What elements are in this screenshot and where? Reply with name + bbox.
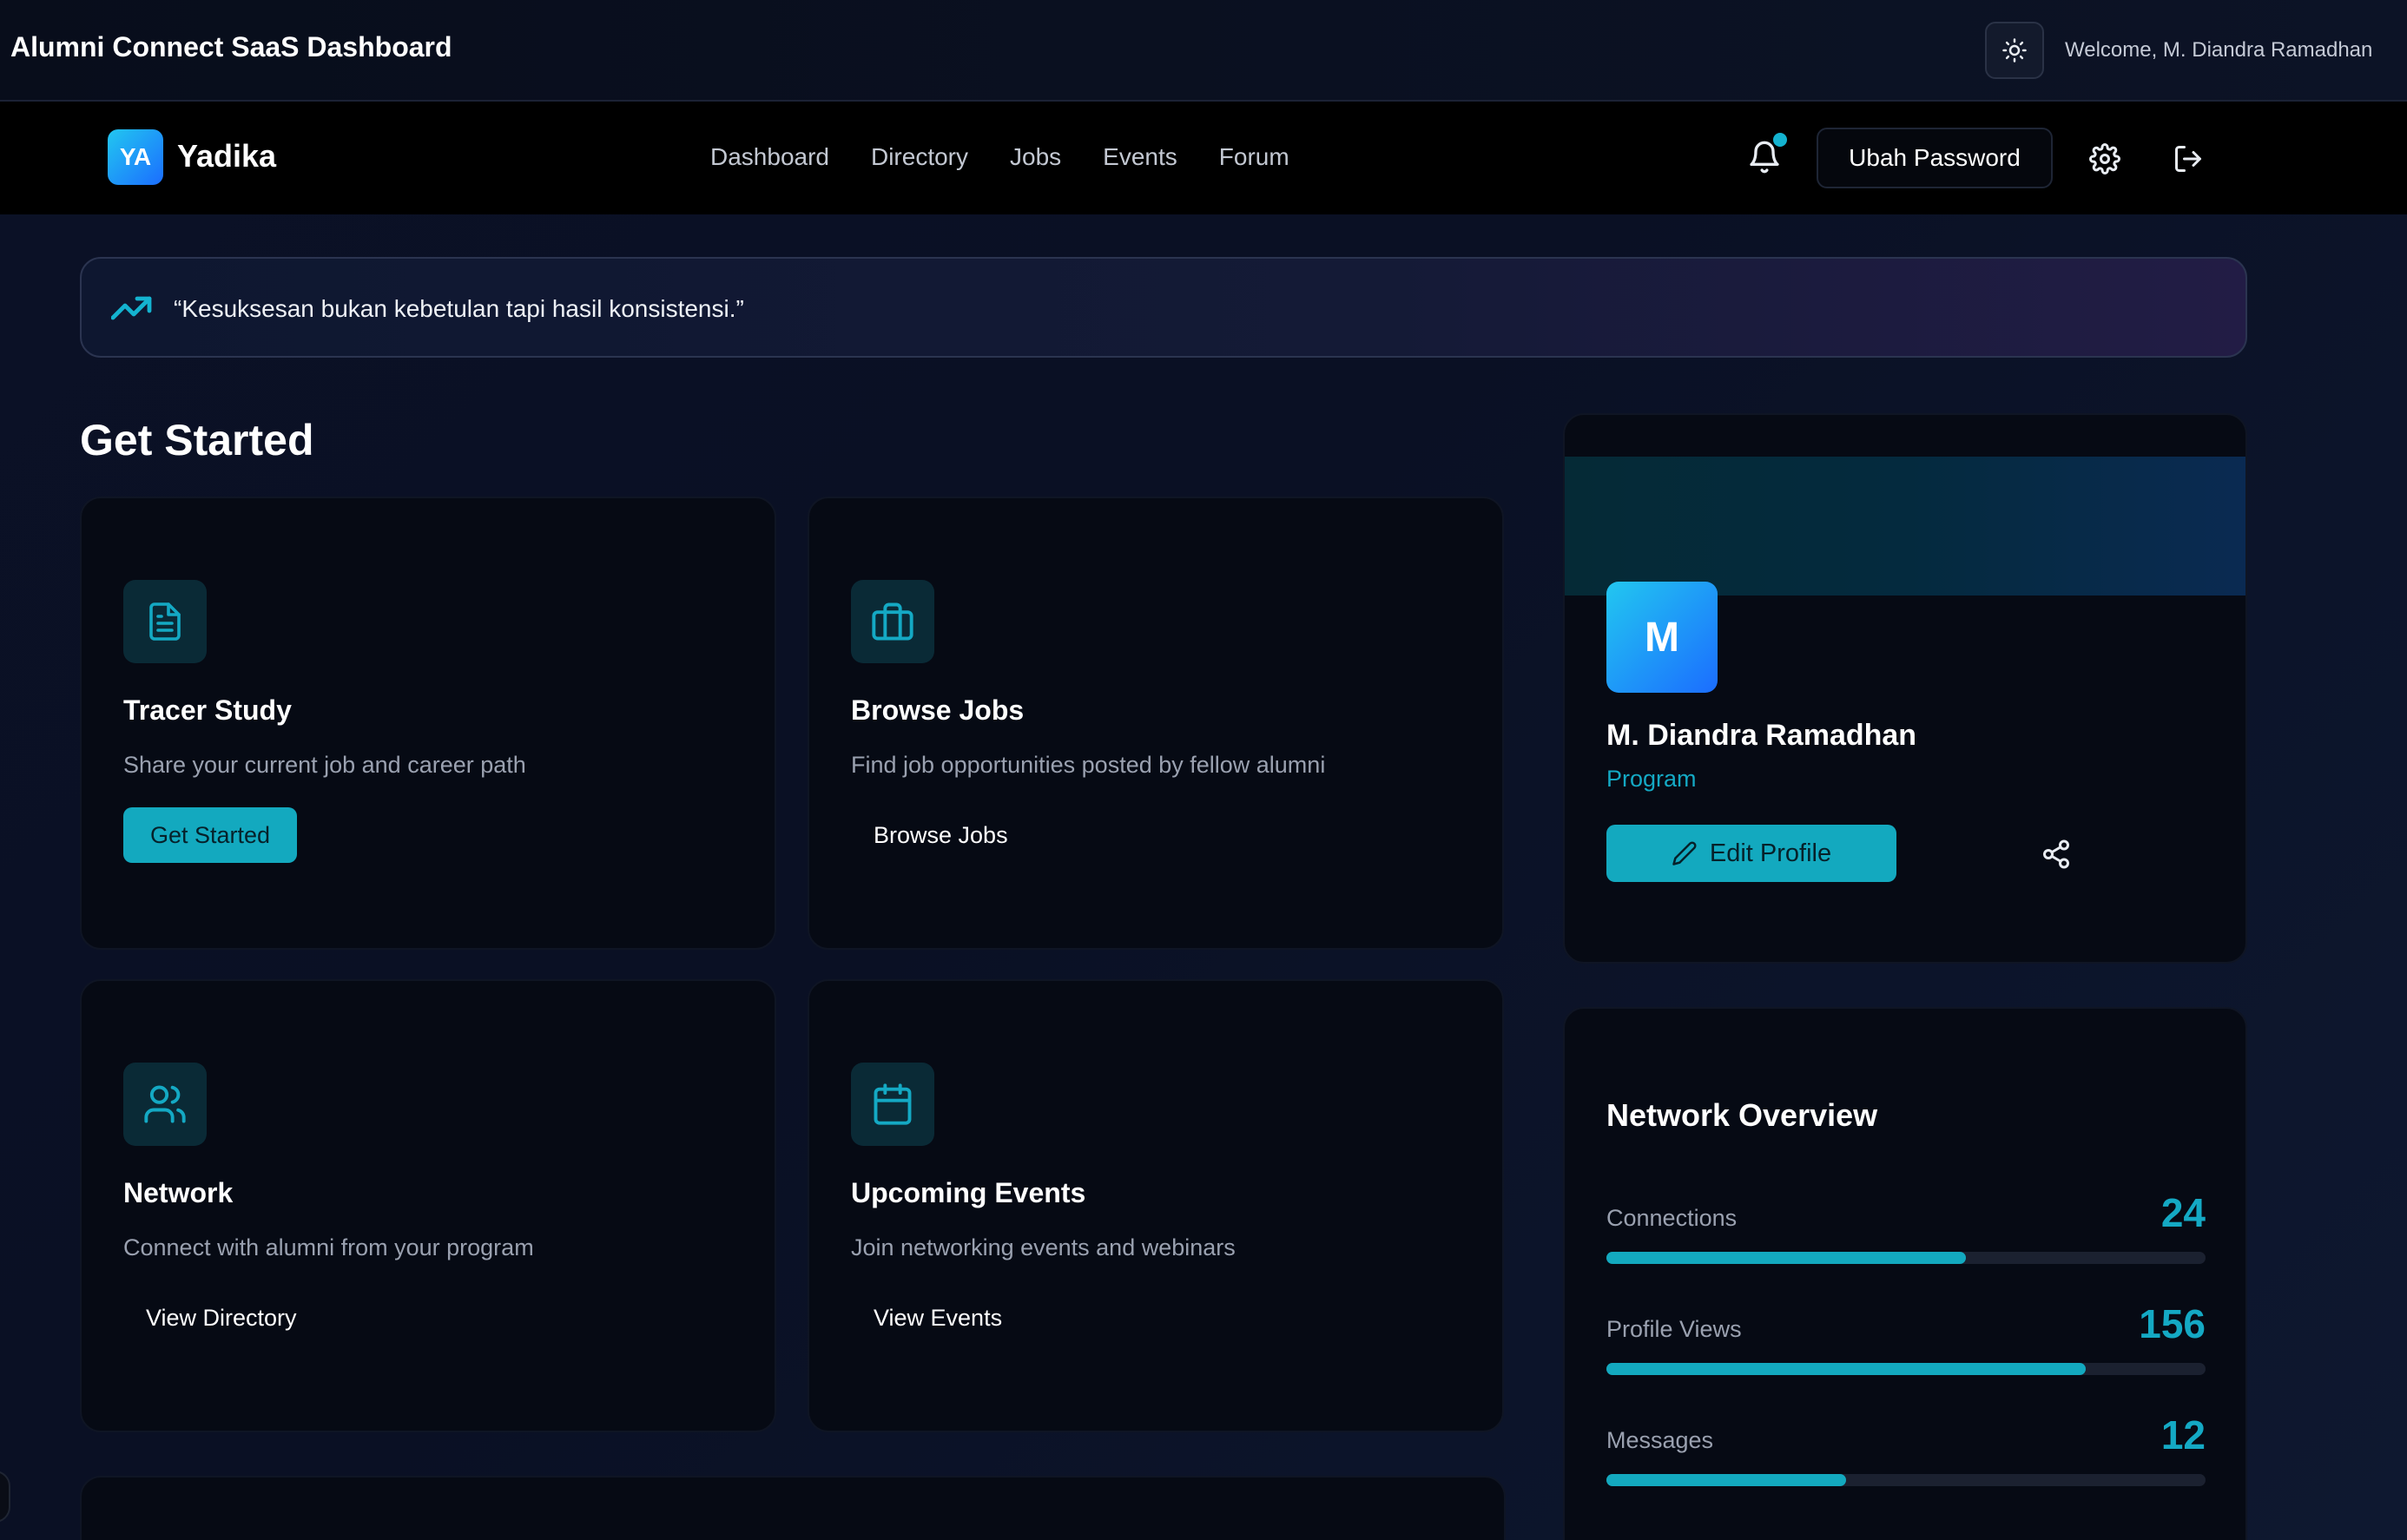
- card-title: Network: [123, 1177, 234, 1208]
- view-directory-button[interactable]: View Directory: [123, 1290, 320, 1346]
- network-card: Network Connect with alumni from your pr…: [80, 979, 776, 1432]
- quote-text: “Kesuksesan bukan kebetulan tapi hasil k…: [174, 295, 744, 322]
- profile-name: M. Diandra Ramadhan: [1606, 719, 1917, 752]
- nav-link-directory[interactable]: Directory: [871, 143, 968, 171]
- edit-profile-button[interactable]: Edit Profile: [1606, 825, 1896, 882]
- nav-links: Dashboard Directory Jobs Events Forum: [710, 143, 1331, 171]
- view-events-button[interactable]: View Events: [851, 1290, 1025, 1346]
- gear-icon[interactable]: [2089, 143, 2120, 174]
- stat-messages: Messages 12: [1606, 1412, 2206, 1490]
- pencil-icon: [1672, 841, 1697, 865]
- nav-link-events[interactable]: Events: [1103, 143, 1177, 171]
- briefcase-icon: [872, 602, 913, 641]
- welcome-text: Welcome, M. Diandra Ramadhan: [2065, 38, 2373, 62]
- main-navbar: YA Yadika Dashboard Directory Jobs Event…: [0, 102, 2407, 214]
- stat-value: 12: [2160, 1412, 2206, 1458]
- browse-jobs-icon-box: [851, 580, 934, 663]
- theme-toggle-button[interactable]: [1985, 22, 2044, 79]
- card-description: Share your current job and career path: [123, 752, 526, 778]
- trending-up-icon: [111, 296, 152, 320]
- avatar[interactable]: M: [1606, 582, 1718, 693]
- stat-progress-track: [1606, 1363, 2206, 1375]
- network-overview-card: Network Overview Connections 24 Profile …: [1563, 1007, 2247, 1540]
- events-icon-box: [851, 1063, 934, 1146]
- brand-logo[interactable]: YA: [108, 129, 163, 185]
- app-title-bar: Alumni Connect SaaS Dashboard Welcome, M…: [0, 0, 2407, 102]
- upcoming-events-card: Upcoming Events Join networking events a…: [808, 979, 1504, 1432]
- edit-profile-label: Edit Profile: [1709, 839, 1832, 867]
- sun-icon: [2002, 38, 2027, 63]
- stat-profile-views: Profile Views 156: [1606, 1300, 2206, 1379]
- nav-link-forum[interactable]: Forum: [1219, 143, 1289, 171]
- stat-label: Messages: [1606, 1427, 1714, 1453]
- network-icon-box: [123, 1063, 207, 1146]
- brand-name[interactable]: Yadika: [177, 138, 276, 174]
- change-password-button[interactable]: Ubah Password: [1817, 128, 2053, 188]
- app-title: Alumni Connect SaaS Dashboard: [10, 31, 452, 63]
- share-icon[interactable]: [2041, 839, 2072, 870]
- nav-link-jobs[interactable]: Jobs: [1010, 143, 1061, 171]
- stat-value: 24: [2160, 1190, 2206, 1235]
- motivational-quote-banner: “Kesuksesan bukan kebetulan tapi hasil k…: [80, 257, 2247, 358]
- card-description: Find job opportunities posted by fellow …: [851, 752, 1326, 778]
- bottom-section-card: [80, 1476, 1506, 1540]
- stat-connections: Connections 24: [1606, 1189, 2206, 1267]
- stat-value: 156: [2139, 1301, 2206, 1346]
- stat-progress-fill: [1606, 1363, 2086, 1375]
- tracer-study-get-started-button[interactable]: Get Started: [123, 807, 297, 863]
- tracer-study-icon-box: [123, 580, 207, 663]
- stat-label: Profile Views: [1606, 1316, 1742, 1342]
- card-title: Browse Jobs: [851, 694, 1025, 726]
- logout-icon[interactable]: [2173, 143, 2204, 174]
- floating-handle[interactable]: [0, 1471, 10, 1523]
- notification-dot: [1773, 133, 1787, 147]
- card-title: Upcoming Events: [851, 1177, 1086, 1208]
- document-icon: [149, 602, 181, 641]
- network-overview-title: Network Overview: [1606, 1097, 1878, 1133]
- profile-banner: [1565, 457, 2245, 596]
- stat-progress-track: [1606, 1474, 2206, 1486]
- card-description: Join networking events and webinars: [851, 1234, 1236, 1260]
- browse-jobs-button[interactable]: Browse Jobs: [851, 807, 1031, 863]
- browse-jobs-card: Browse Jobs Find job opportunities poste…: [808, 497, 1504, 950]
- card-title: Tracer Study: [123, 694, 292, 726]
- tracer-study-card: Tracer Study Share your current job and …: [80, 497, 776, 950]
- profile-program: Program: [1606, 766, 1697, 792]
- nav-link-dashboard[interactable]: Dashboard: [710, 143, 829, 171]
- stat-progress-fill: [1606, 1474, 1846, 1486]
- stat-label: Connections: [1606, 1205, 1738, 1231]
- app-root: Alumni Connect SaaS Dashboard Welcome, M…: [0, 0, 2407, 1540]
- get-started-title: Get Started: [80, 416, 314, 464]
- stat-progress-fill: [1606, 1252, 1966, 1264]
- card-description: Connect with alumni from your program: [123, 1234, 534, 1260]
- users-icon: [144, 1085, 186, 1123]
- profile-card: M M. Diandra Ramadhan Program Edit Profi…: [1563, 413, 2247, 964]
- stat-progress-track: [1606, 1252, 2206, 1264]
- calendar-icon: [874, 1083, 912, 1125]
